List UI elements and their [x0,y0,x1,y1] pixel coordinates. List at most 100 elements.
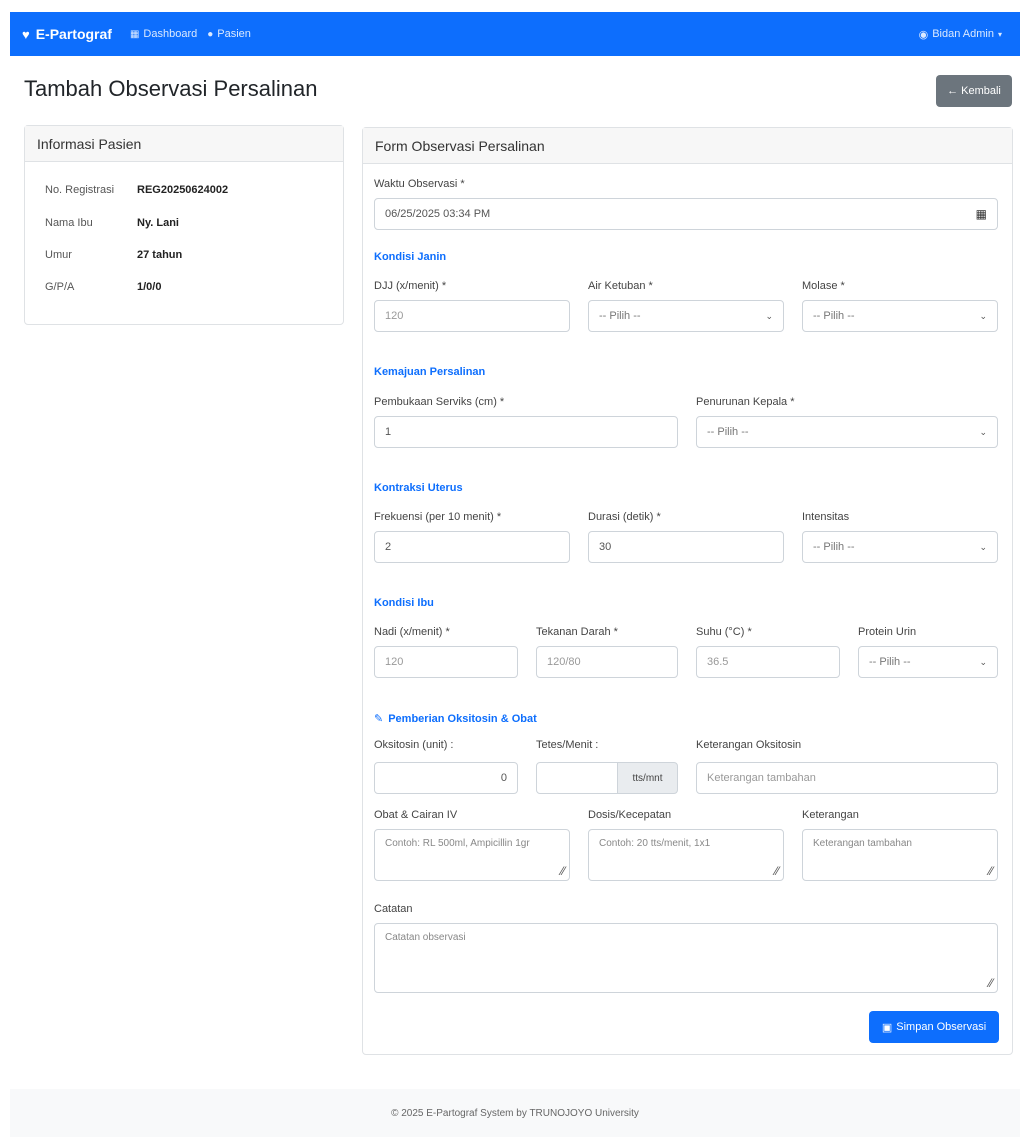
page-title: Tambah Observasi Persalinan [24,76,318,101]
frekuensi-input[interactable]: 2 [374,531,570,563]
chevron-down-icon: ⌄ [979,426,987,437]
obat-label: Obat & Cairan IV [374,809,458,821]
air-ketuban-selected: -- Pilih -- [599,310,641,322]
top-strip [0,0,1021,8]
navbar: ♥ E-Partograf ▦ Dashboard ● Pasien ◉ Bid… [10,12,1020,56]
penurunan-selected: -- Pilih -- [707,426,749,438]
resize-handle-icon[interactable]: ⁄⁄ [775,864,779,878]
brand-label: E-Partograf [35,26,112,42]
obat-placeholder: Contoh: RL 500ml, Ampicillin 1gr [385,838,530,849]
ket-oksitosin-label: Keterangan Oksitosin [696,739,802,751]
air-ketuban-label: Air Ketuban * [588,280,653,292]
section-kontraksi: Kontraksi Uterus [374,482,463,494]
footer-text: © 2025 E-Partograf System by TRUNOJOYO U… [391,1107,639,1119]
djj-label: DJJ (x/menit) * [374,280,447,292]
catatan-textarea[interactable]: Catatan observasi ⁄⁄ [374,923,998,993]
section-oksitosin: ✎ Pemberian Oksitosin & Obat [374,712,537,726]
pembukaan-value: 1 [385,426,392,438]
footer: © 2025 E-Partograf System by TRUNOJOYO U… [10,1089,1020,1137]
protein-selected: -- Pilih -- [869,656,911,668]
durasi-value: 30 [599,541,612,553]
frekuensi-value: 2 [385,541,392,553]
patient-row-value: 1/0/0 [137,281,162,293]
back-button-label: Kembali [961,85,1001,97]
tetes-label: Tetes/Menit : [536,739,599,751]
protein-select[interactable]: -- Pilih -- ⌄ [858,646,998,678]
tekanan-label: Tekanan Darah * [536,626,618,638]
catatan-placeholder: Catatan observasi [385,932,466,943]
user-name: Bidan Admin [932,28,994,40]
section-oksitosin-label: Pemberian Oksitosin & Obat [388,712,537,725]
patient-row: Nama Ibu Ny. Lani [45,217,179,229]
nadi-label: Nadi (x/menit) * [374,626,450,638]
molase-select[interactable]: -- Pilih -- ⌄ [802,300,998,332]
durasi-input[interactable]: 30 [588,531,784,563]
patient-row: No. Registrasi REG20250624002 [45,184,228,196]
user-icon: ◉ [918,28,929,41]
air-ketuban-select[interactable]: -- Pilih -- ⌄ [588,300,784,332]
calendar-icon[interactable]: ▦ [976,207,987,221]
tekanan-input[interactable]: 120/80 [536,646,678,678]
tekanan-placeholder: 120/80 [547,656,581,668]
tetes-input[interactable] [536,762,618,794]
resize-handle-icon[interactable]: ⁄⁄ [989,976,993,990]
nadi-placeholder: 120 [385,656,404,668]
save-icon: ▣ [881,1021,893,1034]
durasi-label: Durasi (detik) * [588,511,661,523]
resize-handle-icon[interactable]: ⁄⁄ [561,864,565,878]
catatan-label: Catatan [374,903,413,915]
ket-oksitosin-input[interactable]: Keterangan tambahan [696,762,998,794]
section-kondisi-ibu: Kondisi Ibu [374,597,434,609]
intensitas-select[interactable]: -- Pilih -- ⌄ [802,531,998,563]
dosis-placeholder: Contoh: 20 tts/menit, 1x1 [599,838,711,849]
back-button[interactable]: ← Kembali [936,75,1012,107]
penurunan-select[interactable]: -- Pilih -- ⌄ [696,416,998,448]
resize-handle-icon[interactable]: ⁄⁄ [989,864,993,878]
patient-row-label: G/P/A [45,281,75,293]
save-observation-button[interactable]: ▣ Simpan Observasi [869,1011,999,1043]
djj-placeholder: 120 [385,310,404,322]
oksitosin-unit-value: 0 [500,772,507,784]
molase-selected: -- Pilih -- [813,310,855,322]
patient-row: Umur 27 tahun [45,249,182,261]
patient-row-value: Ny. Lani [137,217,179,229]
nav-dashboard[interactable]: ▦ Dashboard [130,28,197,40]
pembukaan-input[interactable]: 1 [374,416,678,448]
patient-card-title: Informasi Pasien [25,126,343,162]
oksitosin-unit-input[interactable]: 0 [374,762,518,794]
tetes-unit-addon: tts/mnt [617,762,678,794]
save-observation-label: Simpan Observasi [896,1021,987,1033]
grid-icon: ▦ [129,28,140,40]
pencil-icon: ✎ [374,713,384,725]
brand[interactable]: ♥ E-Partograf [22,26,112,42]
molase-label: Molase * [802,280,845,292]
intensitas-selected: -- Pilih -- [813,541,855,553]
tetes-unit-label: tts/mnt [632,772,663,784]
user-menu[interactable]: ◉ Bidan Admin ▾ [919,28,1002,41]
section-kemajuan: Kemajuan Persalinan [374,366,486,378]
waktu-input[interactable]: 06/25/2025 03:34 PM ▦ [374,198,998,230]
nadi-input[interactable]: 120 [374,646,518,678]
nav-pasien[interactable]: ● Pasien [207,28,251,40]
frekuensi-label: Frekuensi (per 10 menit) * [374,511,502,523]
chevron-down-icon: ⌄ [979,310,987,321]
arrow-left-icon: ← [947,85,959,97]
form-card-title: Form Observasi Persalinan [363,128,1012,164]
chevron-down-icon: ⌄ [765,310,773,321]
keterangan-label: Keterangan [802,809,859,821]
protein-label: Protein Urin [858,626,917,638]
patient-row-label: No. Registrasi [45,184,115,196]
patient-info-card: Informasi Pasien No. Registrasi REG20250… [24,125,344,325]
keterangan-textarea[interactable]: Keterangan tambahan ⁄⁄ [802,829,998,881]
chevron-down-icon: ⌄ [979,541,987,552]
suhu-placeholder: 36.5 [707,656,729,668]
suhu-input[interactable]: 36.5 [696,646,840,678]
caret-down-icon: ▾ [997,29,1002,39]
heart-icon: ♥ [22,26,30,42]
nav-pasien-label: Pasien [217,28,251,40]
keterangan-placeholder: Keterangan tambahan [813,838,912,849]
dosis-textarea[interactable]: Contoh: 20 tts/menit, 1x1 ⁄⁄ [588,829,784,881]
patient-row: G/P/A 1/0/0 [45,281,161,293]
djj-input[interactable]: 120 [374,300,570,332]
obat-textarea[interactable]: Contoh: RL 500ml, Ampicillin 1gr ⁄⁄ [374,829,570,881]
